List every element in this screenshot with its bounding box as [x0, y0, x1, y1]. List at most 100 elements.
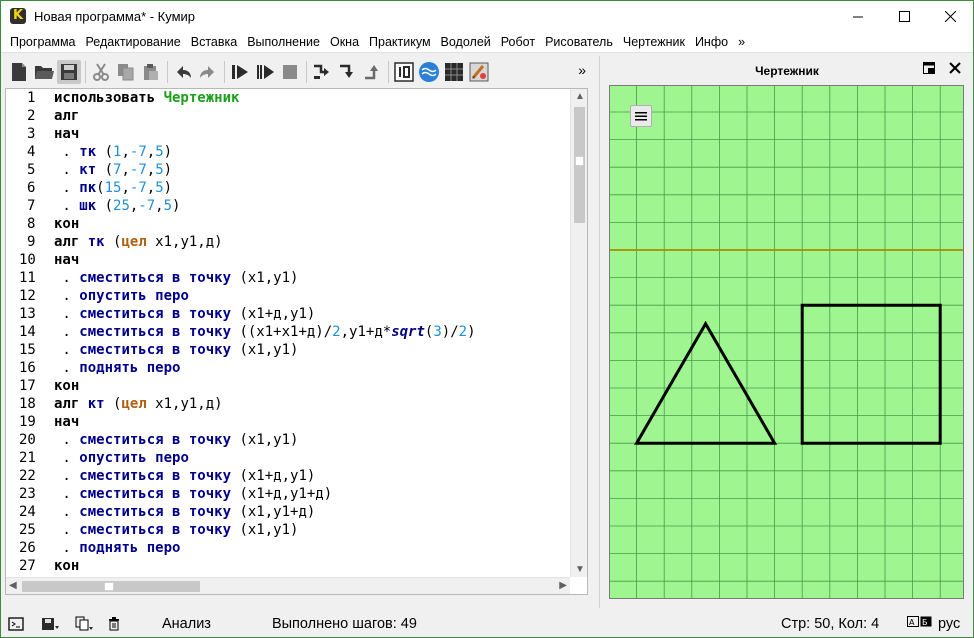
code-token: опустить перо: [79, 288, 189, 304]
new-file-button[interactable]: [7, 60, 31, 84]
terminal-button[interactable]: [6, 614, 26, 634]
code-token: 5: [155, 162, 164, 178]
line-number: 11: [19, 270, 36, 286]
numbers-button[interactable]: [392, 60, 416, 84]
menu-item-3[interactable]: Выполнение: [242, 31, 325, 53]
code-line[interactable]: . сместиться в точку (x1,y1+д): [54, 503, 570, 521]
menu-item-7[interactable]: Робот: [496, 31, 540, 53]
code-line[interactable]: . сместиться в точку (x1,y1): [54, 521, 570, 539]
code-token: .: [54, 432, 80, 448]
step-into-button[interactable]: [335, 60, 359, 84]
run-step-button[interactable]: [253, 60, 277, 84]
menu-item-9[interactable]: Чертежник: [618, 31, 690, 53]
close-window-button[interactable]: [927, 1, 973, 31]
code-line[interactable]: нач: [54, 413, 570, 431]
drawer-icon: [469, 62, 489, 82]
line-number: 9: [27, 234, 36, 250]
copy-button[interactable]: [114, 60, 138, 84]
run-step-icon: [257, 65, 274, 79]
step-out-button[interactable]: [360, 60, 384, 84]
redo-button[interactable]: [196, 60, 220, 84]
save-button[interactable]: [57, 60, 81, 84]
code-line[interactable]: алг: [54, 107, 570, 125]
menu-item-6[interactable]: Водолей: [436, 31, 496, 53]
code-editor[interactable]: 1 2 3 4 5 6 7 8 9 10 11 12 13 14 15 16 17 18 19 20…: [5, 88, 588, 595]
menu-item-11[interactable]: »: [733, 31, 750, 53]
code-line[interactable]: . опустить перо: [54, 449, 570, 467]
robot-button[interactable]: [442, 60, 466, 84]
toolbar-separator: [167, 61, 168, 83]
language-indicator[interactable]: рус: [938, 616, 960, 632]
code-token: x1,y1,д): [146, 396, 223, 412]
code-line[interactable]: использовать Чертежник: [54, 89, 570, 107]
scroll-right-icon[interactable]: ▶: [559, 580, 567, 591]
menu-item-5[interactable]: Практикум: [364, 31, 436, 53]
code-line[interactable]: . сместиться в точку (x1+д,y1): [54, 467, 570, 485]
step-over-button[interactable]: [310, 60, 334, 84]
code-token: ,y1+д*: [340, 324, 392, 340]
save-output-button[interactable]: [40, 614, 60, 634]
code-line[interactable]: . сместиться в точку (x1+д,y1): [54, 305, 570, 323]
code-token: .: [54, 504, 80, 520]
code-token: .: [54, 450, 80, 466]
line-number: 15: [19, 342, 36, 358]
painter-button[interactable]: [467, 60, 491, 84]
scroll-up-icon[interactable]: ▲: [575, 91, 585, 102]
copy-output-button[interactable]: [74, 614, 94, 634]
menu-item-0[interactable]: Программа: [5, 31, 81, 53]
code-line[interactable]: нач: [54, 251, 570, 269]
code-line[interactable]: кон: [54, 377, 570, 395]
scroll-left-icon[interactable]: ◀: [9, 580, 17, 591]
line-number: 20: [19, 432, 36, 448]
code-line[interactable]: . сместиться в точку (x1,y1): [54, 431, 570, 449]
code-token: кт: [87, 396, 105, 412]
step-over-icon: [314, 64, 329, 79]
line-number: 4: [27, 144, 36, 160]
code-token: .: [54, 198, 80, 214]
code-line[interactable]: . сместиться в точку ((x1+x1+д)/2,y1+д*s…: [54, 323, 570, 341]
water-button[interactable]: [417, 60, 441, 84]
menu-item-8[interactable]: Рисователь: [540, 31, 618, 53]
code-token: кон: [54, 558, 80, 574]
cut-button[interactable]: [89, 60, 113, 84]
undock-icon[interactable]: [923, 62, 935, 74]
code-line[interactable]: . поднять перо: [54, 359, 570, 377]
menu-item-2[interactable]: Вставка: [186, 31, 242, 53]
canvas-menu-button[interactable]: [630, 105, 652, 127]
code-line[interactable]: кон: [54, 557, 570, 575]
code-line[interactable]: нач: [54, 125, 570, 143]
close-panel-icon[interactable]: [949, 62, 961, 74]
maximize-button[interactable]: [881, 1, 927, 31]
horizontal-scrollbar[interactable]: ◀ ▶: [6, 577, 570, 594]
menu-item-10[interactable]: Инфо: [690, 31, 733, 53]
code-line[interactable]: . опустить перо: [54, 287, 570, 305]
run-button[interactable]: [228, 60, 252, 84]
code-line[interactable]: кон: [54, 215, 570, 233]
minimize-button[interactable]: [835, 1, 881, 31]
code-line[interactable]: . сместиться в точку (x1,y1): [54, 341, 570, 359]
scroll-down-icon[interactable]: ▼: [575, 564, 585, 575]
clear-output-button[interactable]: [104, 614, 124, 634]
toolbar-more-button[interactable]: »: [578, 62, 586, 78]
vertical-scrollbar[interactable]: ▲ ▼: [570, 89, 587, 577]
code-line[interactable]: . шк (25,-7,5): [54, 197, 570, 215]
code-line[interactable]: . пк(15,-7,5): [54, 179, 570, 197]
menu-item-4[interactable]: Окна: [325, 31, 364, 53]
code-line[interactable]: алг кт (цел x1,y1,д): [54, 395, 570, 413]
drawer-canvas[interactable]: [609, 85, 964, 599]
code-area[interactable]: использовать Чертежник алг нач . тк (1,-7,…: [54, 89, 570, 577]
stop-button[interactable]: [278, 60, 302, 84]
code-line[interactable]: . кт (7,-7,5): [54, 161, 570, 179]
analysis-status: Анализ: [162, 616, 211, 632]
code-token: (: [96, 144, 114, 160]
code-line[interactable]: алг тк (цел x1,y1,д): [54, 233, 570, 251]
code-token: (x1+д,y1): [231, 468, 316, 484]
code-line[interactable]: . сместиться в точку (x1,y1): [54, 269, 570, 287]
open-file-button[interactable]: [32, 60, 56, 84]
code-line[interactable]: . поднять перо: [54, 539, 570, 557]
menu-item-1[interactable]: Редактирование: [81, 31, 186, 53]
code-line[interactable]: . сместиться в точку (x1+д,y1+д): [54, 485, 570, 503]
code-line[interactable]: . тк (1,-7,5): [54, 143, 570, 161]
undo-button[interactable]: [171, 60, 195, 84]
paste-button[interactable]: [139, 60, 163, 84]
